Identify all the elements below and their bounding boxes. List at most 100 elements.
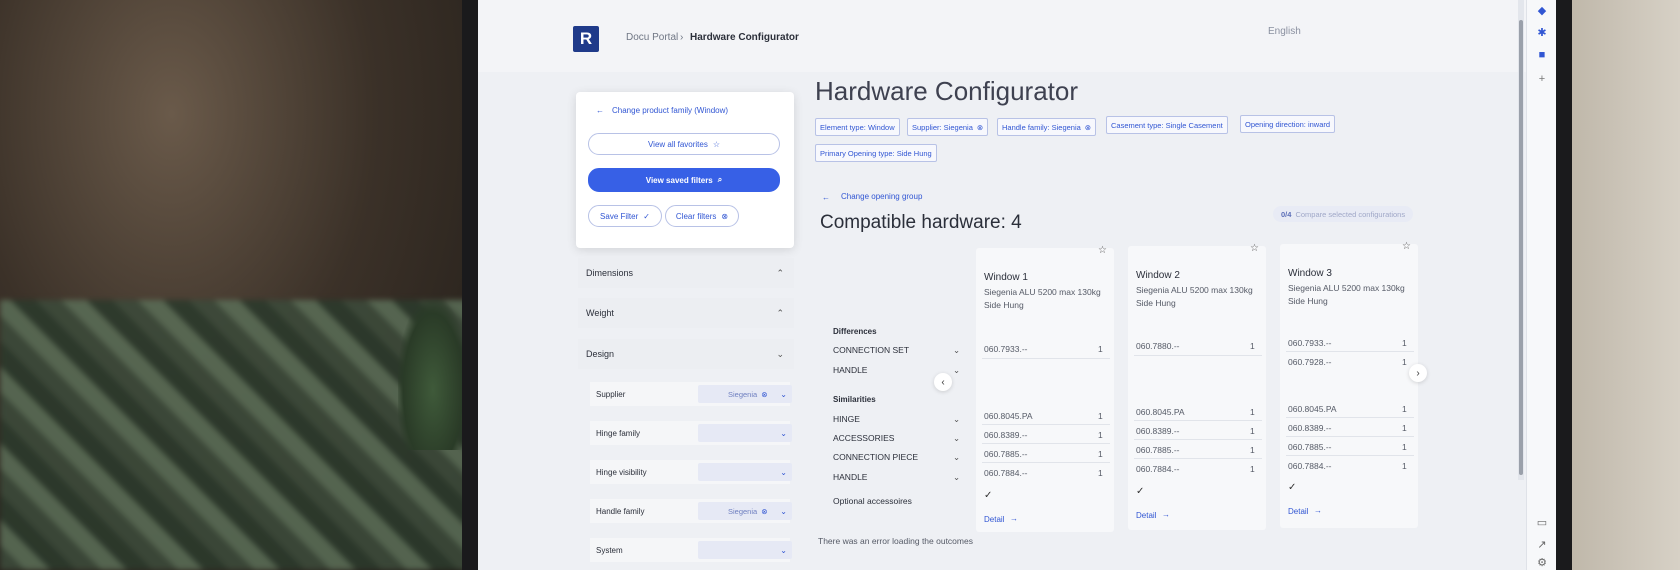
select-value: Siegenia [728,506,758,516]
article-code: 060.7884.-- [1288,461,1332,471]
divider [1134,355,1262,356]
accordion-dimensions[interactable]: Dimensions ⌃ [578,258,794,288]
compatible-hardware-title: Compatible hardware: 4 [820,212,1022,233]
clear-filters-button[interactable]: Clear filters ⊗ [665,205,739,227]
outlook-icon[interactable]: ■ [1535,48,1549,62]
filter-label: System [596,545,623,555]
brand-logo[interactable]: R [573,26,599,52]
filter-tag-primary-opening[interactable]: Primary Opening type: Side Hung [815,144,937,162]
favorite-star-icon[interactable]: ☆ [1402,241,1411,252]
similarities-label: Similarities [833,395,876,404]
arrow-right-icon[interactable]: → [1314,506,1322,515]
detail-link[interactable]: Detail [1136,511,1156,520]
view-saved-filters-button[interactable]: View saved filters ⌕ [588,168,780,192]
diff-row-handle[interactable]: HANDLE ⌄ [833,365,960,375]
article-qty: 1 [1098,430,1103,440]
monitor-screen: R Docu Portal › Hardware Configurator En… [478,0,1556,570]
chevron-down-icon: ⌄ [953,472,961,482]
breadcrumb-separator-icon: › [680,32,684,43]
panel-icon[interactable]: ▭ [1535,516,1549,530]
filter-label: Handle family [596,506,645,516]
article-qty: 1 [1402,461,1407,471]
filter-tag-supplier[interactable]: Supplier: Siegenia ⊗ [907,118,989,136]
scroll-left-button[interactable]: ‹ [934,373,952,391]
article-code: 060.8389.-- [1136,426,1180,436]
filter-tag-handle-family[interactable]: Handle family: Siegenia ⊗ [997,118,1097,136]
window-description-line2: Side Hung [1136,298,1176,308]
article-qty: 1 [1250,341,1255,351]
chevron-down-icon: ⌄ [776,348,784,359]
favorite-star-icon[interactable]: ☆ [1098,245,1107,256]
divider [982,424,1110,425]
article-code: 060.7884.-- [1136,464,1180,474]
save-filter-button[interactable]: Save Filter ✓ [588,205,662,227]
sim-row-connection-piece[interactable]: CONNECTION PIECE ⌄ [833,452,960,462]
close-circle-icon: ⊗ [721,211,729,221]
check-icon: ✓ [1136,486,1145,497]
favorite-star-icon[interactable]: ☆ [1250,243,1259,254]
arrow-right-icon[interactable]: → [1162,510,1170,519]
sim-row-accessories[interactable]: ACCESSORIES ⌄ [833,433,960,443]
accordion-weight[interactable]: Weight ⌃ [578,298,794,328]
clear-icon[interactable]: ⊗ [761,390,767,399]
external-link-icon[interactable]: ↗ [1535,538,1549,552]
supplier-select[interactable]: Siegenia ⊗ ⌄ [698,385,792,403]
chevron-down-icon: ⌄ [953,365,961,375]
remove-tag-icon[interactable]: ⊗ [977,123,983,132]
app-rail: ◆ ✱ ■ + ▭ ↗ ⚙ [1526,0,1556,570]
back-arrow-icon[interactable]: ← [822,193,830,202]
check-icon: ✓ [1288,482,1297,493]
breadcrumb-root[interactable]: Docu Portal [626,32,678,43]
gear-icon[interactable]: ⚙ [1535,556,1549,570]
article-code: 060.7885.-- [1288,442,1332,452]
filter-label: Supplier [596,389,626,399]
filter-tag-opening-direction[interactable]: Opening direction: inward [1240,115,1336,133]
tag-icon[interactable]: ◆ [1535,4,1549,18]
divider [982,462,1110,463]
row-label: ACCESSORIES [833,433,895,443]
article-qty: 1 [1098,449,1103,459]
clear-icon[interactable]: ⊗ [761,507,767,516]
window-description: Siegenia ALU 5200 max 130kg Side Hung [1288,282,1420,308]
back-arrow-icon[interactable]: ← [596,106,604,115]
window-description: Siegenia ALU 5200 max 130kg Side Hung [1136,284,1268,310]
scroll-right-button[interactable]: › [1409,364,1427,382]
remove-tag-icon[interactable]: ⊗ [1085,123,1091,132]
app-header: R Docu Portal › Hardware Configurator En… [478,0,1526,72]
detail-link[interactable]: Detail [984,515,1004,524]
divider [1134,439,1262,440]
language-selector[interactable]: English [1268,26,1301,37]
compare-configurations-button[interactable]: 0/4 Compare selected configurations [1273,206,1413,222]
system-select[interactable]: ⌄ [698,541,792,559]
tag-text: Opening direction: inward [1245,119,1331,129]
diff-row-connection-set[interactable]: CONNECTION SET ⌄ [833,345,960,355]
filter-label: Hinge family [596,428,641,438]
hinge-family-select[interactable]: ⌄ [698,424,792,442]
sim-row-hinge[interactable]: HINGE ⌄ [833,414,960,424]
detail-link[interactable]: Detail [1288,507,1308,516]
article-qty: 1 [1250,445,1255,455]
arrow-right-icon[interactable]: → [1010,514,1018,523]
filter-tag-casement-type[interactable]: Casement type: Single Casement [1106,116,1228,134]
scrollbar-thumb[interactable] [1519,20,1523,475]
chevron-down-icon: ⌄ [780,428,787,438]
filter-tag-element-type[interactable]: Element type: Window [815,118,900,136]
sim-row-handle[interactable]: HANDLE ⌄ [833,472,960,482]
change-opening-group-link[interactable]: Change opening group [841,192,922,201]
change-product-family-link[interactable]: Change product family (Window) [612,106,728,115]
article-qty: 1 [1402,357,1407,367]
chevron-down-icon: ⌄ [780,389,787,399]
window-title: Window 1 [984,272,1028,283]
article-qty: 1 [1098,411,1103,421]
handle-family-select[interactable]: Siegenia ⊗ ⌄ [698,502,792,520]
accordion-design[interactable]: Design ⌄ [578,339,794,369]
window-card-2: ☆ Window 2 Siegenia ALU 5200 max 130kg S… [1128,243,1268,530]
window-description-line1: Siegenia ALU 5200 max 130kg [984,287,1101,297]
view-favorites-button[interactable]: View all favorites ☆ [588,133,780,155]
hinge-visibility-select[interactable]: ⌄ [698,463,792,481]
settings-icon[interactable]: ✱ [1535,26,1549,40]
plus-icon[interactable]: + [1535,72,1549,86]
divider [1286,455,1414,456]
article-qty: 1 [1098,468,1103,478]
tag-text: Primary Opening type: Side Hung [820,148,932,158]
